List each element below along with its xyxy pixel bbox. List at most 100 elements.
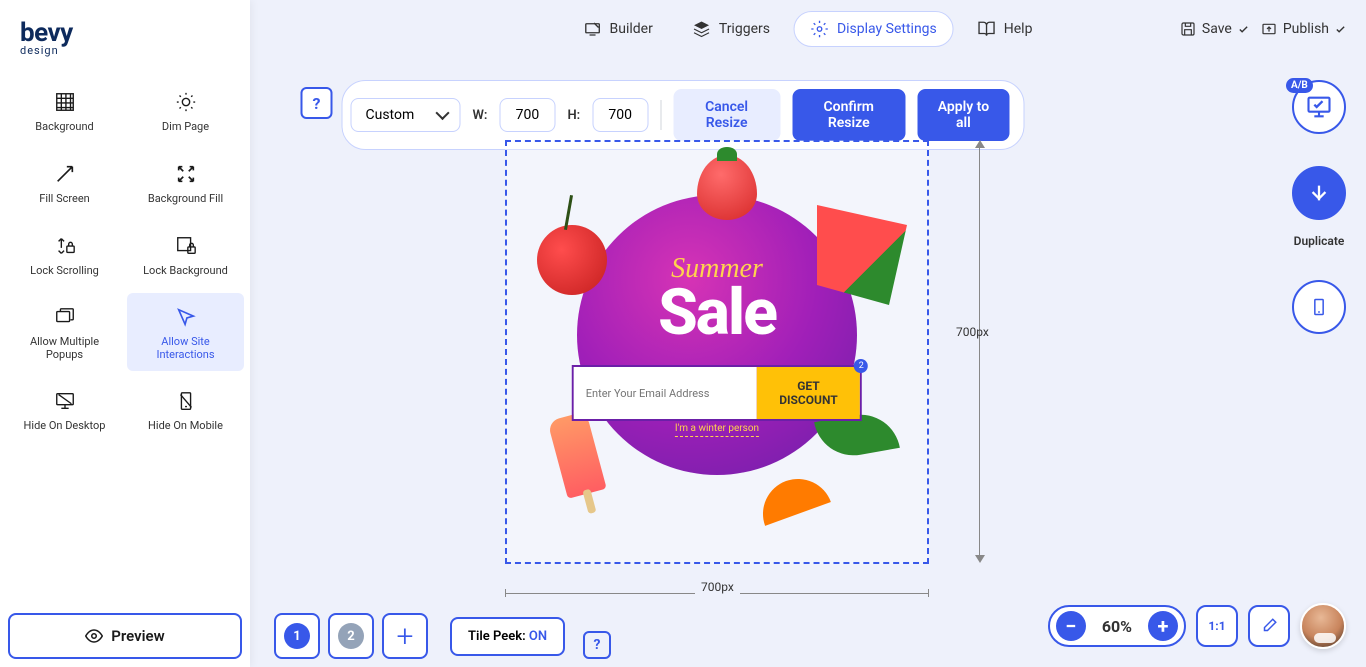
help-button[interactable]: ? — [301, 87, 333, 119]
popsicle-graphic — [547, 411, 606, 499]
sidebar-item-lock-scrolling[interactable]: Lock Scrolling — [6, 221, 123, 289]
book-icon — [978, 20, 996, 38]
lock-background-icon — [172, 232, 200, 260]
element-count-badge: 2 — [854, 359, 868, 373]
zoom-value: 60% — [1096, 617, 1138, 636]
height-input[interactable] — [592, 98, 648, 132]
canvas-frame: Summer Sale GET DISCOUNT 2 I'm a winter … — [505, 140, 929, 564]
top-nav: Builder Triggers Display Settings Help S… — [250, 0, 1366, 58]
settings-icon — [811, 20, 829, 38]
nav-label: Builder — [610, 21, 653, 37]
email-form-row[interactable]: GET DISCOUNT 2 — [572, 365, 862, 421]
sidebar-item-label: Lock Scrolling — [30, 264, 99, 277]
sidebar-item-background[interactable]: Background — [6, 77, 123, 145]
sidebar-item-label: Allow Multiple Popups — [10, 335, 119, 361]
sidebar-item-label: Dim Page — [162, 120, 209, 133]
preview-label: Preview — [111, 627, 164, 645]
user-avatar[interactable] — [1300, 603, 1346, 649]
sidebar-item-label: Allow Site Interactions — [131, 335, 240, 361]
sidebar-item-label: Lock Background — [143, 264, 228, 277]
mobile-off-icon — [172, 387, 200, 415]
get-discount-button[interactable]: GET DISCOUNT — [757, 367, 861, 419]
save-button[interactable]: Save — [1180, 21, 1249, 37]
canvas[interactable]: Summer Sale GET DISCOUNT 2 I'm a winter … — [505, 140, 929, 564]
sidebar-item-label: Hide On Desktop — [24, 419, 106, 432]
winter-link[interactable]: I'm a winter person — [675, 423, 759, 437]
sidebar-item-lock-background[interactable]: Lock Background — [127, 221, 244, 289]
desktop-off-icon — [51, 387, 79, 415]
zoom-controls: − 60% + 1:1 — [1048, 603, 1346, 649]
sidebar-item-hide-on-mobile[interactable]: Hide On Mobile — [127, 375, 244, 443]
sidebar-item-label: Background Fill — [148, 192, 223, 205]
save-label: Save — [1202, 21, 1232, 37]
email-input[interactable] — [574, 367, 757, 419]
sun-icon — [172, 88, 200, 116]
cancel-resize-button[interactable]: Cancel Resize — [673, 89, 780, 141]
lock-scroll-icon — [51, 232, 79, 260]
ruler-arrow-icon — [975, 140, 985, 148]
nav-triggers[interactable]: Triggers — [677, 11, 786, 47]
sidebar-item-dim-page[interactable]: Dim Page — [127, 77, 244, 145]
nav-display-settings[interactable]: Display Settings — [794, 11, 954, 47]
width-readout: 700px — [695, 580, 740, 594]
ab-test-badge: A/B — [1286, 78, 1313, 93]
sidebar-item-fill-screen[interactable]: Fill Screen — [6, 149, 123, 217]
help-button[interactable]: ? — [583, 631, 611, 659]
zoom-in-button[interactable]: + — [1148, 611, 1178, 641]
logo: bevy design — [0, 0, 250, 67]
zoom-pill: − 60% + — [1048, 605, 1186, 647]
height-label: H: — [567, 108, 580, 123]
sidebar-item-hide-on-desktop[interactable]: Hide On Desktop — [6, 375, 123, 443]
width-label: W: — [473, 108, 488, 123]
width-input[interactable] — [499, 98, 555, 132]
layers-icon — [693, 20, 711, 38]
sidebar-item-label: Background — [35, 120, 93, 133]
publish-label: Publish — [1283, 21, 1329, 37]
strawberry-graphic — [697, 155, 757, 220]
cherry-graphic — [537, 225, 607, 295]
add-page-button[interactable]: + — [382, 613, 428, 659]
expand-icon — [51, 160, 79, 188]
cursor-icon — [172, 303, 200, 331]
save-icon — [1180, 21, 1196, 37]
edit-button[interactable] — [1248, 605, 1290, 647]
fit-button[interactable]: 1:1 — [1196, 605, 1238, 647]
builder-icon — [584, 20, 602, 38]
check-icon — [1238, 24, 1249, 35]
preset-select[interactable]: Custom — [351, 98, 461, 132]
sidebar-item-allow-site-interactions[interactable]: Allow Site Interactions — [127, 293, 244, 371]
duplicate-button[interactable] — [1292, 166, 1346, 220]
logo-subtext: design — [20, 44, 230, 57]
height-readout: 700px — [956, 325, 989, 339]
sidebar-item-label: Fill Screen — [39, 192, 90, 205]
sale-heading[interactable]: Sale — [658, 275, 776, 350]
apply-to-all-button[interactable]: Apply to all — [917, 89, 1009, 141]
sidebar: bevy design Background Dim Page Fill Scr… — [0, 0, 250, 667]
tile-peek-toggle[interactable]: Tile Peek: ON — [450, 617, 565, 656]
page-2-button[interactable]: 2 — [328, 613, 374, 659]
expand-corners-icon — [172, 160, 200, 188]
nav-builder[interactable]: Builder — [568, 11, 669, 47]
nav-label: Triggers — [719, 21, 770, 37]
eye-icon — [85, 627, 103, 645]
windows-icon — [51, 303, 79, 331]
plus-icon: + — [397, 619, 414, 654]
grid-icon — [51, 88, 79, 116]
preview-button[interactable]: Preview — [8, 613, 242, 659]
popup-design[interactable]: Summer Sale GET DISCOUNT 2 I'm a winter … — [547, 165, 887, 505]
nav-help[interactable]: Help — [962, 11, 1049, 47]
ruler-arrow-icon — [975, 555, 985, 563]
ruler-vertical — [979, 148, 980, 558]
zoom-out-button[interactable]: − — [1056, 611, 1086, 641]
confirm-resize-button[interactable]: Confirm Resize — [792, 89, 905, 141]
divider — [660, 100, 661, 130]
mobile-device-button[interactable] — [1292, 280, 1346, 334]
sidebar-item-background-fill[interactable]: Background Fill — [127, 149, 244, 217]
sidebar-item-label: Hide On Mobile — [148, 419, 223, 432]
page-controls: 1 2 + Tile Peek: ON ? — [274, 613, 611, 659]
nav-label: Display Settings — [837, 21, 937, 37]
publish-button[interactable]: Publish — [1261, 21, 1346, 37]
desktop-device-button[interactable]: A/B — [1292, 80, 1346, 134]
sidebar-item-allow-multiple-popups[interactable]: Allow Multiple Popups — [6, 293, 123, 371]
page-1-button[interactable]: 1 — [274, 613, 320, 659]
